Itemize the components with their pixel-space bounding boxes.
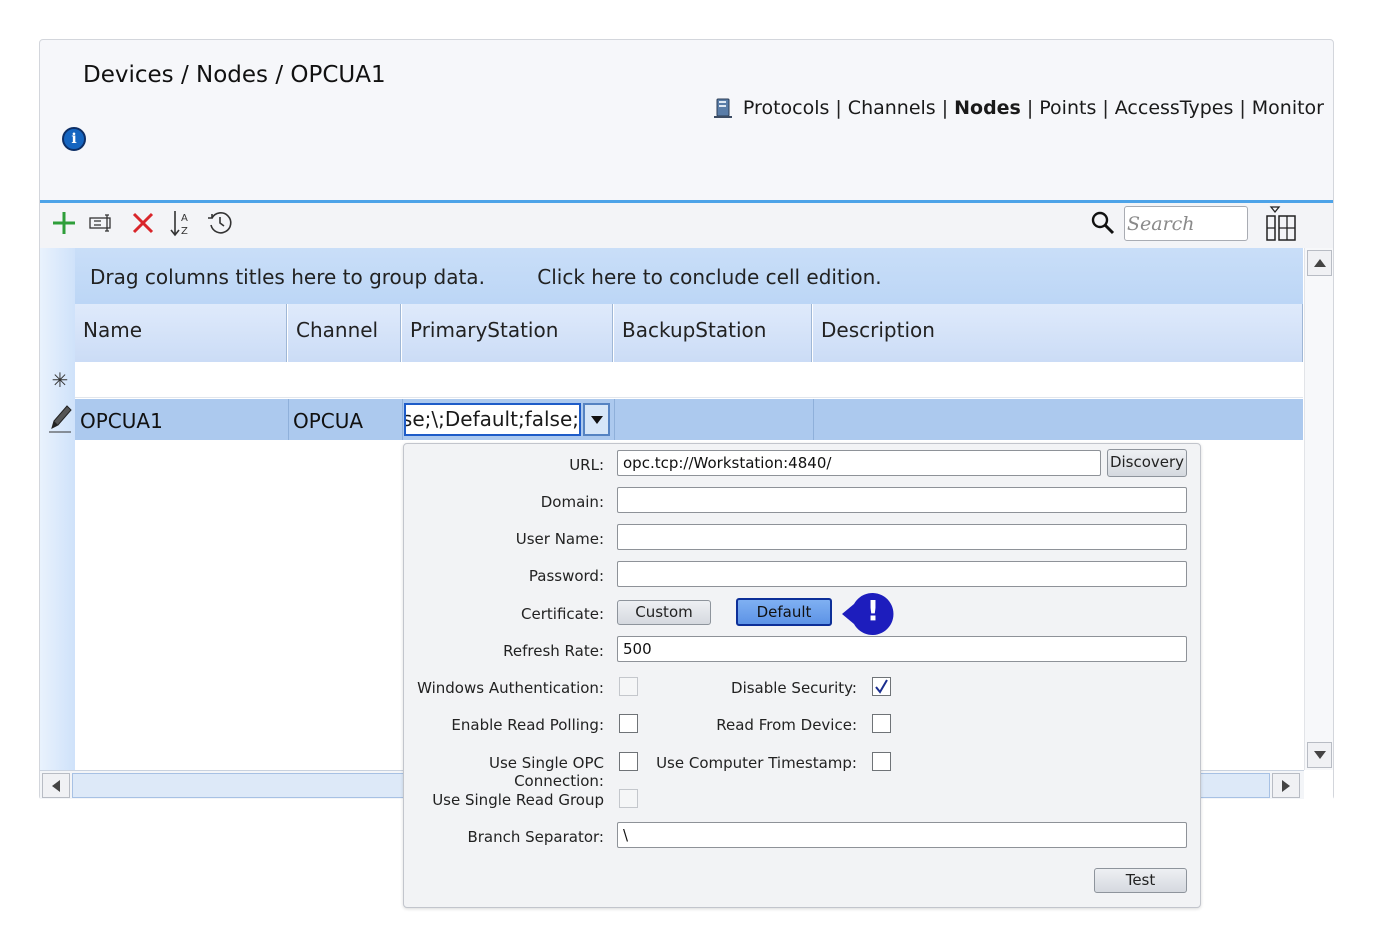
- table-row[interactable]: [75, 399, 1303, 440]
- branch-separator-label: Branch Separator:: [467, 828, 604, 846]
- column-header-channel[interactable]: Channel: [288, 304, 401, 362]
- cell-divider: [614, 399, 615, 440]
- top-nav: Protocols | Channels | Nodes | Points | …: [713, 97, 1324, 119]
- primarystation-value: ılse;\;Default;false;: [404, 407, 579, 431]
- search-icon: [1090, 210, 1116, 236]
- nav-points[interactable]: Points: [1039, 97, 1096, 119]
- server-book-icon: [713, 97, 735, 119]
- single-opc-connection-label: Use Single OPC Connection:: [489, 754, 604, 790]
- edit-pencil-icon: [45, 400, 75, 436]
- custom-certificate-button[interactable]: Custom: [617, 600, 711, 625]
- vertical-scrollbar[interactable]: [1304, 248, 1333, 770]
- column-header-name[interactable]: Name: [75, 304, 287, 362]
- triangle-down-icon: [1313, 751, 1326, 759]
- nav-separator: |: [1239, 97, 1246, 119]
- delete-icon[interactable]: [129, 209, 157, 237]
- opcua-connection-popup: URL: opc.tcp://Workstation:4840/ Discove…: [403, 443, 1201, 908]
- nav-nodes[interactable]: Nodes: [954, 97, 1021, 119]
- primarystation-dropdown-button[interactable]: [583, 403, 610, 436]
- read-from-device-label: Read From Device:: [716, 716, 857, 734]
- single-opc-connection-checkbox[interactable]: [619, 752, 638, 771]
- info-icon[interactable]: i: [62, 127, 86, 151]
- column-header-backupstation[interactable]: BackupStation: [614, 304, 812, 362]
- username-input[interactable]: [617, 524, 1187, 550]
- sort-az-icon[interactable]: A Z: [167, 209, 195, 237]
- primarystation-editor[interactable]: ılse;\;Default;false;: [404, 403, 581, 436]
- password-label: Password:: [528, 567, 604, 585]
- url-label: URL:: [569, 456, 604, 474]
- windows-authentication-checkbox[interactable]: [619, 677, 638, 696]
- history-icon[interactable]: [206, 209, 234, 237]
- default-certificate-button[interactable]: Default: [736, 598, 832, 626]
- scroll-up-button[interactable]: [1307, 250, 1332, 276]
- nav-separator: |: [835, 97, 842, 119]
- add-icon[interactable]: [50, 209, 78, 237]
- search-input[interactable]: [1124, 206, 1248, 241]
- computer-timestamp-checkbox[interactable]: [872, 752, 891, 771]
- scroll-right-button[interactable]: [1272, 773, 1300, 798]
- single-read-group-label: Use Single Read Group: [432, 791, 604, 809]
- test-button[interactable]: Test: [1094, 868, 1187, 893]
- column-header-description[interactable]: Description: [813, 304, 1303, 362]
- svg-text:A: A: [181, 213, 188, 224]
- nav-protocols[interactable]: Protocols: [743, 97, 829, 119]
- enable-read-polling-label: Enable Read Polling:: [451, 716, 604, 734]
- domain-label: Domain:: [540, 493, 604, 511]
- refresh-rate-label: Refresh Rate:: [503, 642, 604, 660]
- group-hint: Drag columns titles here to group data.: [90, 265, 485, 289]
- certificate-label: Certificate:: [521, 605, 604, 623]
- checkmark-icon: [875, 679, 888, 694]
- breadcrumb: Devices / Nodes / OPCUA1: [83, 62, 386, 88]
- refresh-rate-input[interactable]: 500: [617, 636, 1187, 662]
- triangle-down-icon: [590, 415, 603, 424]
- password-input[interactable]: [617, 561, 1187, 587]
- scroll-left-button[interactable]: [42, 773, 70, 798]
- username-label: User Name:: [515, 530, 604, 548]
- cell-divider: [288, 399, 289, 440]
- alert-exclamation: !: [866, 594, 880, 627]
- nav-separator: |: [1102, 97, 1109, 119]
- cell-name[interactable]: OPCUA1: [80, 399, 163, 440]
- rename-icon[interactable]: [89, 209, 117, 237]
- triangle-up-icon: [1313, 259, 1326, 267]
- nav-separator: |: [1026, 97, 1034, 119]
- alert-badge: !: [840, 592, 894, 636]
- cell-divider: [813, 399, 814, 440]
- nav-accesstypes[interactable]: AccessTypes: [1115, 97, 1234, 119]
- row-indicator-column: [40, 248, 75, 770]
- column-chooser-icon[interactable]: [1265, 206, 1299, 242]
- discovery-button[interactable]: Discovery: [1107, 449, 1187, 477]
- url-input[interactable]: opc.tcp://Workstation:4840/: [617, 450, 1101, 476]
- domain-input[interactable]: [617, 487, 1187, 513]
- conclude-edit-hint[interactable]: Click here to conclude cell edition.: [537, 265, 881, 289]
- cell-divider: [402, 399, 403, 440]
- single-read-group-checkbox[interactable]: [619, 789, 638, 808]
- disable-security-checkbox[interactable]: [872, 677, 891, 696]
- read-from-device-checkbox[interactable]: [872, 714, 891, 733]
- triangle-left-icon: [52, 779, 60, 792]
- enable-read-polling-checkbox[interactable]: [619, 714, 638, 733]
- computer-timestamp-label: Use Computer Timestamp:: [656, 754, 857, 772]
- nav-separator: |: [941, 97, 949, 119]
- nav-channels[interactable]: Channels: [848, 97, 936, 119]
- windows-authentication-label: Windows Authentication:: [417, 679, 604, 697]
- cell-channel[interactable]: OPCUA: [293, 399, 363, 440]
- scroll-down-button[interactable]: [1307, 742, 1332, 768]
- svg-text:Z: Z: [181, 226, 188, 237]
- new-row[interactable]: [75, 362, 1303, 398]
- nav-monitor[interactable]: Monitor: [1252, 97, 1324, 119]
- disable-security-label: Disable Security:: [731, 679, 857, 697]
- group-panel[interactable]: Drag columns titles here to group data. …: [75, 248, 1303, 304]
- column-header-primarystation[interactable]: PrimaryStation: [402, 304, 613, 362]
- branch-separator-input[interactable]: \: [617, 822, 1187, 848]
- new-row-asterisk-icon: ✳: [51, 368, 69, 392]
- triangle-right-icon: [1282, 779, 1290, 792]
